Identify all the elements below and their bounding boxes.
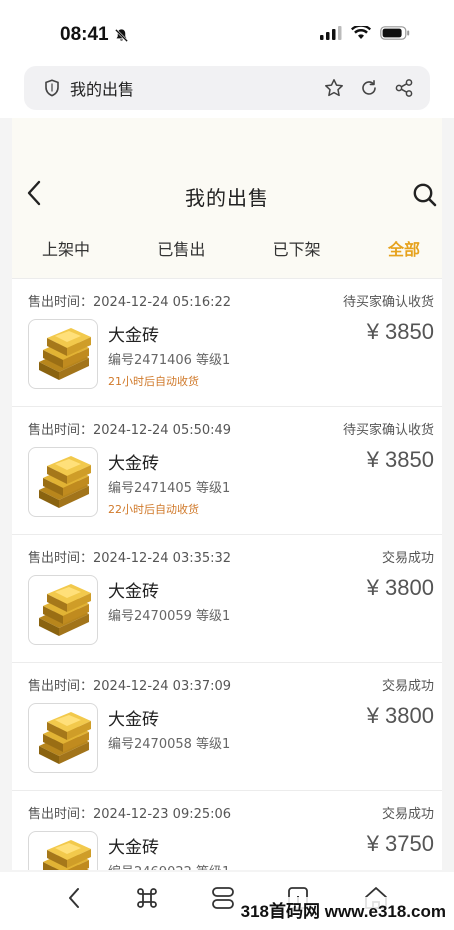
wifi-icon	[351, 26, 371, 39]
order-price: ¥ 3750	[366, 831, 434, 856]
order-status: 交易成功	[381, 551, 434, 566]
address-bar[interactable]: 我的出售	[24, 66, 430, 110]
order-price: ¥ 3850	[366, 319, 434, 344]
product-thumbnail	[28, 831, 98, 870]
gold-bar-image	[39, 456, 91, 508]
search-icon[interactable]	[412, 182, 438, 208]
product-thumbnail	[28, 447, 98, 517]
tab-delisted[interactable]: 已下架	[273, 236, 321, 260]
order-card[interactable]: 售出时间：2024-12-24 03:35:32 交易成功 大金砖 编号2470…	[12, 534, 442, 662]
order-sold-time: 售出时间：2024-12-24 05:50:49	[28, 423, 232, 438]
app-header: 我的出售 上架中 已售出 已下架 全部	[12, 118, 442, 278]
order-status: 待买家确认收货	[342, 423, 434, 438]
order-sold-time: 售出时间：2024-12-24 03:37:09	[28, 679, 232, 694]
web-content: 我的出售 上架中 已售出 已下架 全部 售出时间：2024-12-24 05:1…	[12, 118, 442, 870]
product-code: 编号2469022 等级1	[108, 861, 230, 870]
product-name: 大金砖	[108, 326, 159, 346]
tab-listed[interactable]: 上架中	[42, 236, 90, 260]
gold-bar-image	[39, 584, 91, 636]
product-name: 大金砖	[108, 710, 159, 730]
product-name: 大金砖	[108, 582, 159, 602]
system-indicators	[320, 26, 410, 40]
product-code: 编号2471406 等级1	[108, 353, 231, 368]
tab-all[interactable]: 全部	[388, 236, 420, 260]
battery-icon	[380, 26, 410, 40]
order-price: ¥ 3800	[366, 703, 434, 728]
product-thumbnail	[28, 703, 98, 773]
signal-icon	[320, 26, 342, 40]
filter-tabs: 上架中 已售出 已下架 全部	[12, 236, 442, 260]
order-status: 交易成功	[381, 807, 434, 822]
gold-bar-image	[39, 328, 91, 380]
product-code: 编号2470059 等级1	[108, 609, 231, 624]
mute-bell-icon	[115, 29, 128, 42]
order-sold-time: 售出时间：2024-12-23 09:25:06	[28, 807, 232, 822]
product-name: 大金砖	[108, 454, 159, 474]
product-code: 编号2471405 等级1	[108, 481, 231, 496]
order-card[interactable]: 售出时间：2024-12-24 03:37:09 交易成功 大金砖 编号2470…	[12, 662, 442, 790]
auto-receive-note: 21小时后自动收货	[108, 375, 199, 388]
status-time: 08:41	[60, 24, 109, 45]
order-card[interactable]: 售出时间：2024-12-23 09:25:06 交易成功 大金砖 ¥ 3750	[12, 790, 442, 870]
product-thumbnail	[28, 575, 98, 645]
order-card[interactable]: 售出时间：2024-12-24 05:16:22 待买家确认收货 大金砖 编号2…	[12, 278, 442, 406]
command-icon[interactable]	[134, 885, 160, 911]
order-card[interactable]: 售出时间：2024-12-24 05:50:49 待买家确认收货 大金砖 编号2…	[12, 406, 442, 534]
screen: 08:41 我的出售 我的出售 上架中 已售出 已下架 全部 售出时间：2024…	[0, 0, 454, 930]
product-code: 编号2470058 等级1	[108, 737, 231, 752]
order-price: ¥ 3850	[366, 447, 434, 472]
gold-bar-image	[39, 712, 91, 764]
order-price: ¥ 3800	[366, 575, 434, 600]
bookmarks-icon[interactable]	[210, 885, 236, 911]
auto-receive-note: 22小时后自动收货	[108, 503, 199, 516]
page-title: 我的出售	[185, 186, 269, 210]
order-sold-time: 售出时间：2024-12-24 05:16:22	[28, 295, 232, 310]
order-status: 待买家确认收货	[342, 295, 434, 310]
tab-sold[interactable]: 已售出	[157, 236, 205, 260]
browser-toolbar: 我的出售	[0, 66, 454, 118]
reload-icon[interactable]	[360, 79, 378, 97]
status-bar: 08:41	[0, 0, 454, 66]
order-sold-time: 售出时间：2024-12-24 03:35:32	[28, 551, 232, 566]
shield-icon	[45, 79, 59, 97]
product-thumbnail	[28, 319, 98, 389]
address-bar-title: 我的出售	[70, 80, 135, 99]
watermark: 318首码网 www.e318.com	[238, 897, 448, 922]
gold-bar-image	[43, 840, 91, 870]
star-icon[interactable]	[324, 78, 344, 98]
share-icon[interactable]	[394, 78, 414, 98]
order-list: 售出时间：2024-12-24 05:16:22 待买家确认收货 大金砖 编号2…	[12, 278, 442, 870]
back-icon[interactable]	[65, 886, 83, 910]
product-name: 大金砖	[108, 838, 159, 858]
order-status: 交易成功	[381, 679, 434, 694]
